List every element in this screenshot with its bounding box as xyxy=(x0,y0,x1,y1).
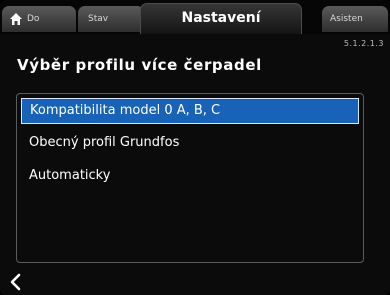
option-compatibility-model[interactable]: Kompatibilita model 0 A, B, C xyxy=(21,98,359,124)
bottom-bar xyxy=(0,270,390,295)
menu-number: 5.1.2.1.3 xyxy=(343,39,384,48)
tab-status-label: Stav xyxy=(88,14,109,24)
tab-home-label: Do xyxy=(27,14,40,24)
tab-assist-label: Asisten xyxy=(330,14,363,24)
tab-bar: Do Stav Asisten Nastavení xyxy=(0,0,390,34)
device-screen: Do Stav Asisten Nastavení 5.1.2.1.3 Výbě… xyxy=(0,0,390,295)
option-automatic[interactable]: Automaticky xyxy=(21,163,359,189)
tab-settings-label: Nastavení xyxy=(181,10,261,26)
option-list: Kompatibilita model 0 A, B, C Obecný pro… xyxy=(16,93,364,263)
home-icon xyxy=(10,13,22,25)
back-button[interactable] xyxy=(6,271,28,293)
option-generic-profile[interactable]: Obecný profil Grundfos xyxy=(21,130,359,156)
tab-home[interactable]: Do xyxy=(2,6,76,32)
page-title: Výběr profilu více čerpadel xyxy=(17,56,262,74)
tab-assist[interactable]: Asisten xyxy=(322,6,388,32)
tab-settings[interactable]: Nastavení xyxy=(140,3,302,34)
tab-status[interactable]: Stav xyxy=(78,6,144,32)
chevron-left-icon xyxy=(10,273,21,291)
